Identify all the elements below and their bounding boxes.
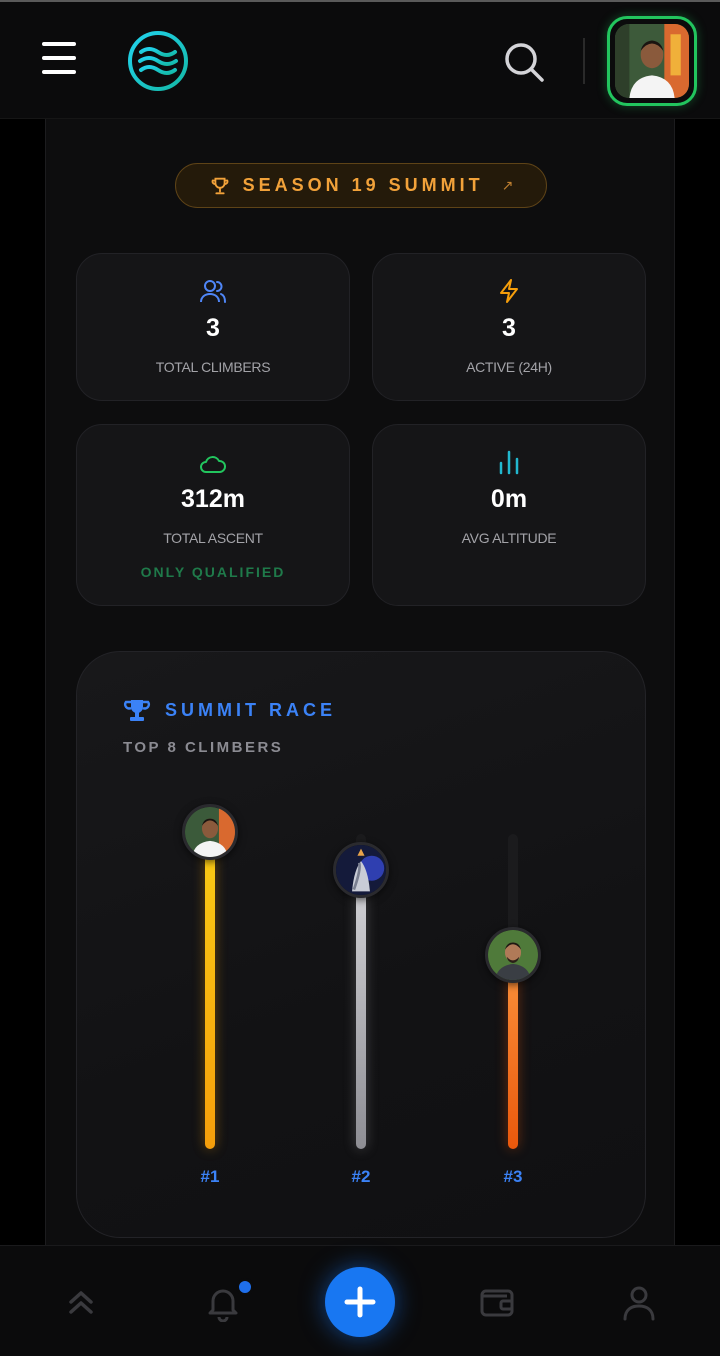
climber-avatar-2[interactable] — [333, 841, 389, 898]
plus-icon — [344, 1286, 376, 1318]
external-arrow-icon: ↗ — [501, 177, 514, 193]
add-button[interactable] — [325, 1267, 395, 1337]
season-button[interactable]: SEASON 19 SUMMIT ↗ — [175, 163, 547, 208]
avg-altitude-label: AVG ALTITUDE — [461, 530, 557, 546]
total-ascent-label: TOTAL ASCENT — [163, 530, 263, 546]
bar-fill-2 — [356, 871, 366, 1149]
menu-button[interactable] — [40, 40, 80, 76]
total-climbers-value: 3 — [206, 314, 220, 342]
total-climbers-label: TOTAL CLIMBERS — [155, 359, 271, 375]
lightning-icon — [500, 279, 518, 303]
stat-card-active: 3 ACTIVE (24H) — [372, 253, 646, 401]
stat-card-total-ascent: 312m TOTAL ASCENT ONLY QUALIFIED — [76, 424, 350, 606]
rank-label-3: #3 — [503, 1167, 523, 1186]
cloud-icon — [200, 456, 226, 473]
climber-avatar-3[interactable] — [485, 926, 541, 983]
season-label: SEASON 19 SUMMIT — [242, 175, 484, 195]
active-label: ACTIVE (24H) — [466, 359, 552, 375]
bar-fill-3 — [508, 956, 518, 1149]
climber-avatar-1[interactable] — [182, 804, 238, 860]
summit-race-card: SUMMIT RACE TOP 8 CLIMBERS #1 #2 #3 — [76, 651, 646, 1238]
climber-photo-1 — [185, 807, 235, 857]
qualified-note: ONLY QUALIFIED — [140, 564, 286, 580]
stat-card-avg-altitude: 0m AVG ALTITUDE — [372, 424, 646, 606]
bar-fill-1 — [205, 834, 215, 1149]
chevrons-up-icon[interactable] — [61, 1282, 101, 1322]
bar-chart-icon — [499, 450, 519, 475]
wallet-icon[interactable] — [477, 1282, 517, 1322]
hamburger-menu-icon — [42, 42, 76, 46]
race-bars: #1 #2 #3 — [77, 652, 647, 1239]
active-value: 3 — [502, 314, 516, 342]
climber-photo-2 — [336, 844, 386, 895]
search-icon[interactable] — [502, 40, 546, 84]
users-icon — [200, 280, 226, 303]
total-ascent-value: 312m — [181, 485, 245, 513]
user-avatar[interactable] — [607, 16, 697, 106]
avg-altitude-value: 0m — [490, 485, 528, 513]
stat-card-total-climbers: 3 TOTAL CLIMBERS — [76, 253, 350, 401]
rank-label-1: #1 — [200, 1167, 220, 1186]
rank-label-2: #2 — [351, 1167, 371, 1186]
notification-dot — [236, 1278, 254, 1296]
waves-logo-icon[interactable] — [127, 30, 189, 92]
avatar-photo — [615, 24, 689, 98]
trophy-icon — [211, 177, 228, 194]
bottom-navigation — [0, 1245, 720, 1356]
user-icon[interactable] — [619, 1282, 659, 1322]
app-header — [0, 2, 720, 119]
climber-photo-3 — [488, 929, 538, 980]
dashboard-panel: SEASON 19 SUMMIT ↗ 3 TOTAL CLIMBERS 3 AC… — [45, 119, 675, 1245]
header-divider — [583, 38, 585, 84]
